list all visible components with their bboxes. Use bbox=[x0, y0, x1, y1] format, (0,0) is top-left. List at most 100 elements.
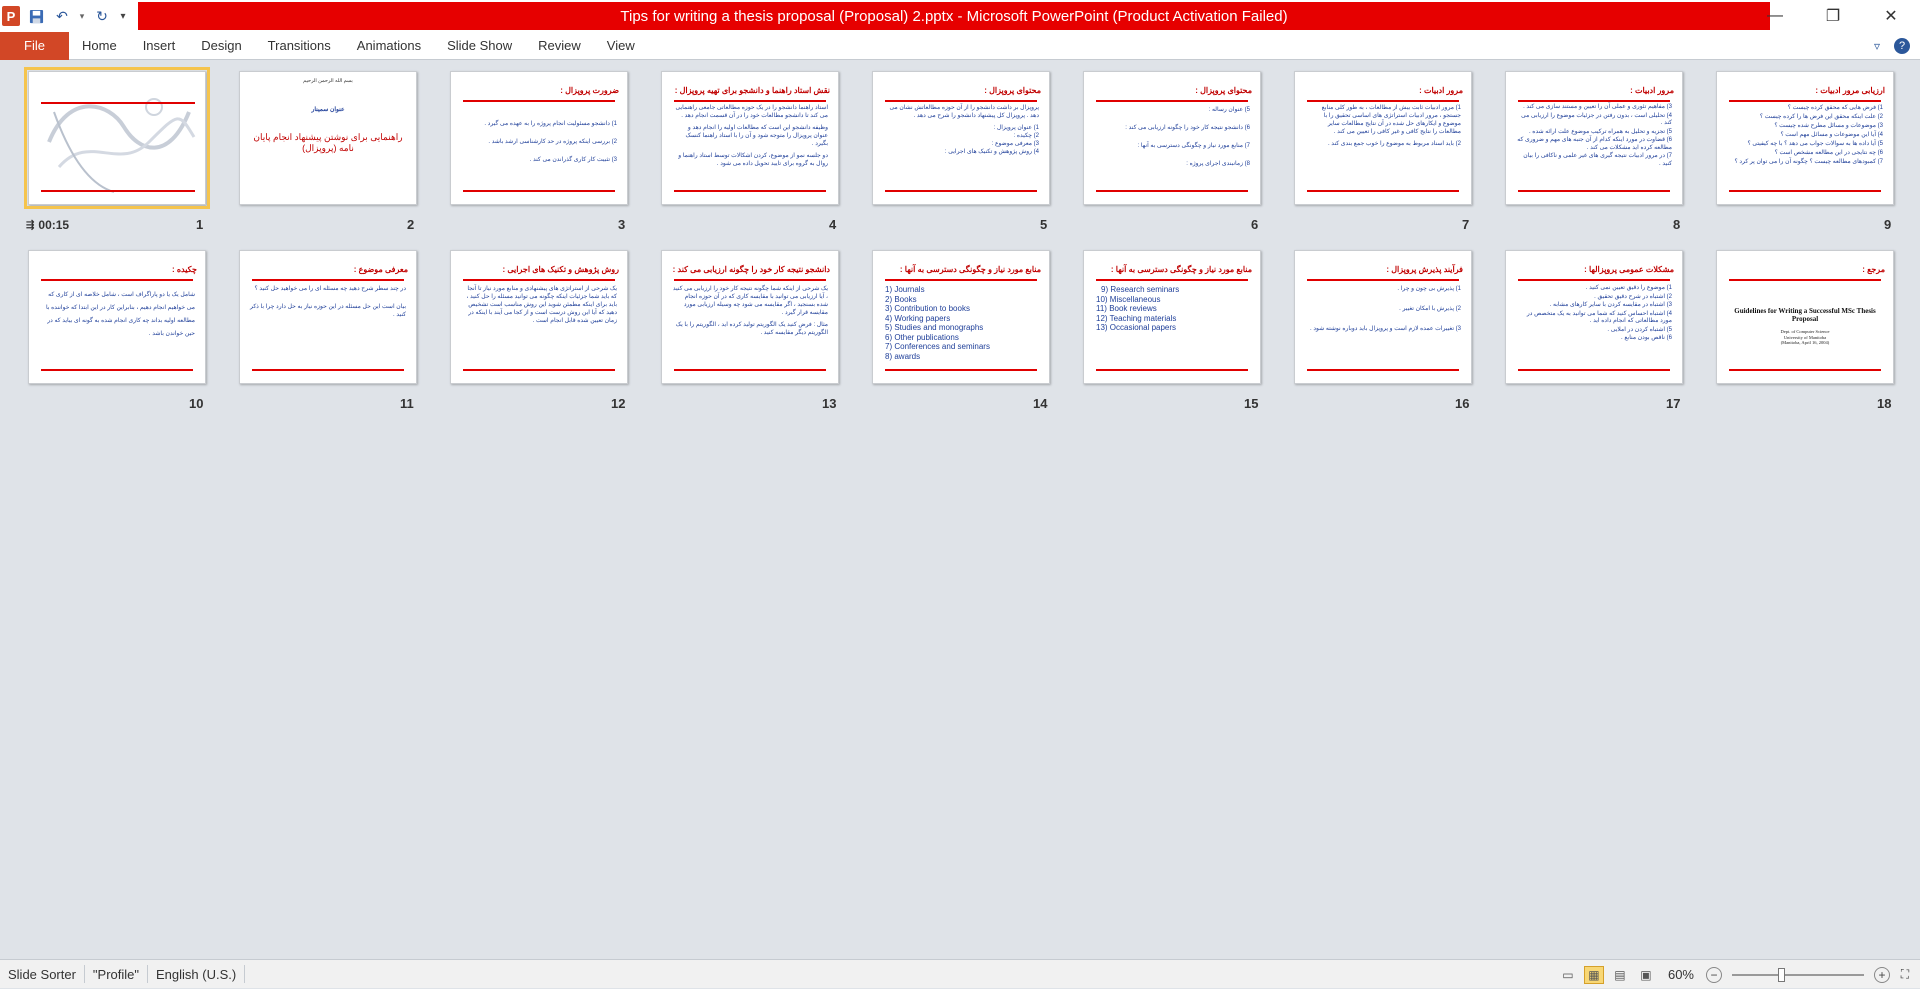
slide-thumbnail-3[interactable]: ضرورت پروپزال : 1) دانشجو مسئولیت انجام … bbox=[450, 71, 628, 205]
slide-sorter-view-icon[interactable]: ▦ bbox=[1583, 965, 1604, 984]
zoom-level[interactable]: 60% bbox=[1668, 967, 1694, 982]
powerpoint-app-icon[interactable]: P bbox=[2, 6, 20, 26]
slide-thumbnail-15[interactable]: منابع مورد نیاز و چگونگی دسترسی به آنها … bbox=[1083, 250, 1261, 384]
slide-thumbnail-13[interactable]: دانشجو نتیجه کار خود را چگونه ارزیابی می… bbox=[661, 250, 839, 384]
slide-10-rule bbox=[41, 279, 193, 281]
tab-review[interactable]: Review bbox=[525, 32, 594, 60]
slide-11-footer-rule bbox=[252, 369, 404, 371]
slide-7-footer-rule bbox=[1307, 190, 1459, 192]
slide-2-title: راهنمایی برای نوشتن پیشنهاد انجام پایان … bbox=[253, 132, 403, 153]
tab-home[interactable]: Home bbox=[69, 32, 130, 60]
slide-18-document-meta: Dept. of Computer Science University of M… bbox=[1780, 329, 1830, 345]
slide-number-2: 2 bbox=[407, 217, 415, 232]
slide-18-footer-rule bbox=[1729, 369, 1881, 371]
slide-number-6: 6 bbox=[1251, 217, 1259, 232]
zoom-slider-thumb[interactable] bbox=[1778, 967, 1785, 982]
slide-number-14: 14 bbox=[1033, 396, 1048, 411]
undo-icon[interactable]: ↶ bbox=[52, 6, 72, 26]
slide-thumbnail-5[interactable]: محتوای پروپزال : پروپزال بر داشت دانشجو … bbox=[872, 71, 1050, 205]
slide-13-body: یک شرحی از اینکه شما چگونه نتیجه کار خود… bbox=[672, 286, 828, 336]
slide-thumbnail-18[interactable]: مرجع : Guidelines for Writing a Successf… bbox=[1716, 250, 1894, 384]
zoom-out-button[interactable]: − bbox=[1706, 966, 1722, 983]
save-icon[interactable] bbox=[26, 6, 46, 26]
slide-10-footer-rule bbox=[41, 369, 193, 371]
slide-3-title: ضرورت پروپزال : bbox=[560, 86, 619, 95]
slide-show-view-icon[interactable]: ▣ bbox=[1636, 966, 1656, 984]
slide-number-5: 5 bbox=[1040, 217, 1048, 232]
slide-11-rule bbox=[252, 279, 404, 281]
slide-17-rule bbox=[1518, 279, 1670, 281]
language[interactable]: English (U.S.) bbox=[148, 965, 246, 983]
slide-12-footer-rule bbox=[463, 369, 615, 371]
slide-timing: ⇶ 00:15 bbox=[26, 218, 70, 232]
slide-16-body: 1) پذیرش بی چون و چرا . 2) پذیرش با امکان… bbox=[1310, 286, 1461, 332]
slide-number-13: 13 bbox=[822, 396, 837, 411]
slide-12-body: یک شرحی از استراتژی های پیشنهادی و منابع… bbox=[466, 286, 617, 324]
minimize-button[interactable]: — bbox=[1746, 0, 1804, 32]
tab-file[interactable]: File bbox=[0, 31, 69, 60]
slide-number-12: 12 bbox=[611, 396, 626, 411]
slide-14-title: منابع مورد نیاز و چگونگی دسترسی به آنها … bbox=[899, 265, 1041, 274]
slide-thumbnail-4[interactable]: نقش استاد راهنما و دانشجو برای تهیه پروپ… bbox=[661, 71, 839, 205]
quick-access-toolbar: P ↶ ▾ ↻ ▾ bbox=[0, 0, 128, 32]
undo-dropdown-icon[interactable]: ▾ bbox=[78, 6, 86, 26]
slide-15-footer-rule bbox=[1096, 369, 1248, 371]
slide-number-17: 17 bbox=[1666, 396, 1681, 411]
slide-thumbnail-7[interactable]: مرور ادبیات : 1) مرور ادبیات ثابت بیش از… bbox=[1294, 71, 1472, 205]
slide-thumbnail-2[interactable]: بسم الله الرحمن الرحیم عنوان سمینار راهن… bbox=[239, 71, 417, 205]
slide-thumbnail-9[interactable]: ارزیابی مرور ادبیات : 1) فرض هایی که محق… bbox=[1716, 71, 1894, 205]
slide-15-list: 9) Research seminars 10) Miscellaneous 11)… bbox=[1096, 285, 1180, 332]
slide-thumbnail-17[interactable]: مشکلات عمومی پروپزالها : 1) موضوع را دقی… bbox=[1505, 250, 1683, 384]
customize-toolbar-icon[interactable]: ▾ bbox=[118, 6, 128, 26]
view-name: Slide Sorter bbox=[0, 965, 85, 983]
slide-number-15: 15 bbox=[1244, 396, 1259, 411]
zoom-slider[interactable] bbox=[1732, 967, 1864, 982]
slide-5-footer-rule bbox=[885, 190, 1037, 192]
slide-18-document-title: Guidelines for Writing a Successful MSc … bbox=[1734, 307, 1876, 323]
tab-animations[interactable]: Animations bbox=[344, 32, 434, 60]
window-title: Tips for writing a thesis proposal (Prop… bbox=[138, 2, 1770, 30]
ribbon-right-controls: ▿ ? bbox=[1874, 32, 1910, 60]
view-zoom-controls: ▭ ▦ ▤ ▣ 60% − + ⛶ bbox=[1558, 960, 1914, 989]
slide-9-body: 1) فرض هایی که محقق کرده چیست ؟ 2) علت ای… bbox=[1734, 105, 1883, 165]
redo-icon[interactable]: ↻ bbox=[92, 6, 112, 26]
slide-4-rule bbox=[674, 100, 826, 102]
slide-number-8: 8 bbox=[1673, 217, 1681, 232]
slide-thumbnail-11[interactable]: معرفی موضوع : در چند سطر شرح دهید چه مسئ… bbox=[239, 250, 417, 384]
reading-view-icon[interactable]: ▤ bbox=[1610, 966, 1630, 984]
tab-transitions[interactable]: Transitions bbox=[255, 32, 344, 60]
slide-13-footer-rule bbox=[674, 369, 826, 371]
close-button[interactable]: ✕ bbox=[1862, 0, 1920, 32]
slide-6-footer-rule bbox=[1096, 190, 1248, 192]
zoom-in-button[interactable]: + bbox=[1874, 966, 1890, 983]
minimize-ribbon-icon[interactable]: ▿ bbox=[1874, 39, 1880, 53]
normal-view-icon[interactable]: ▭ bbox=[1558, 966, 1578, 984]
slide-thumbnail-16[interactable]: فرآیند پذیرش پروپزال : 1) پذیرش بی چون و… bbox=[1294, 250, 1472, 384]
tab-view[interactable]: View bbox=[594, 32, 648, 60]
fit-to-window-icon[interactable]: ⛶ bbox=[1896, 967, 1914, 983]
slide-5-body: پروپزال بر داشت دانشجو را از آن حوزه مطا… bbox=[889, 105, 1039, 155]
slide-5-title: محتوای پروپزال : bbox=[984, 86, 1041, 95]
slide-sorter: 1 ⇶ 00:15 بسم الله الرحمن الرحیم عنوان س… bbox=[0, 61, 1920, 959]
slide-2-header: بسم الله الرحمن الرحیم bbox=[303, 78, 353, 84]
slide-4-title: نقش استاد راهنما و دانشجو برای تهیه پروپ… bbox=[674, 86, 830, 95]
slide-thumbnail-1[interactable] bbox=[24, 67, 210, 209]
slide-thumbnail-8[interactable]: مرور ادبیات : 3) مفاهیم تئوری و عملی آن … bbox=[1505, 71, 1683, 205]
slide-thumbnail-10[interactable]: چکیده : شامل یک یا دو پاراگراف است ، شام… bbox=[28, 250, 206, 384]
help-icon[interactable]: ? bbox=[1894, 38, 1910, 54]
tab-slide-show[interactable]: Slide Show bbox=[434, 32, 525, 60]
slide-thumbnail-6[interactable]: محتوای پروپزال : 5) عنوان رساله :6) دانش… bbox=[1083, 71, 1261, 205]
slide-thumbnail-12[interactable]: روش پژوهش و تکنیک های اجرایی : یک شرحی ا… bbox=[450, 250, 628, 384]
tab-insert[interactable]: Insert bbox=[130, 32, 189, 60]
slide-17-body: 1) موضوع را دقیق تعیین نمی کنید . 2) اشتب… bbox=[1526, 285, 1672, 341]
slide-7-title: مرور ادبیات : bbox=[1419, 86, 1463, 95]
theme-name[interactable]: "Profile" bbox=[85, 965, 148, 983]
slide-9-title: ارزیابی مرور ادبیات : bbox=[1815, 86, 1885, 95]
slide-13-rule bbox=[674, 279, 826, 281]
slide-thumbnail-14[interactable]: منابع مورد نیاز و چگونگی دسترسی به آنها … bbox=[872, 250, 1050, 384]
slide-4-body: استاد راهنما دانشجو را در یک حوزه مطالعا… bbox=[675, 105, 828, 167]
restore-button[interactable]: ❐ bbox=[1804, 0, 1862, 32]
slide-13-title: دانشجو نتیجه کار خود را چگونه ارزیابی می… bbox=[672, 265, 830, 274]
slide-number-4: 4 bbox=[829, 217, 837, 232]
tab-design[interactable]: Design bbox=[188, 32, 254, 60]
